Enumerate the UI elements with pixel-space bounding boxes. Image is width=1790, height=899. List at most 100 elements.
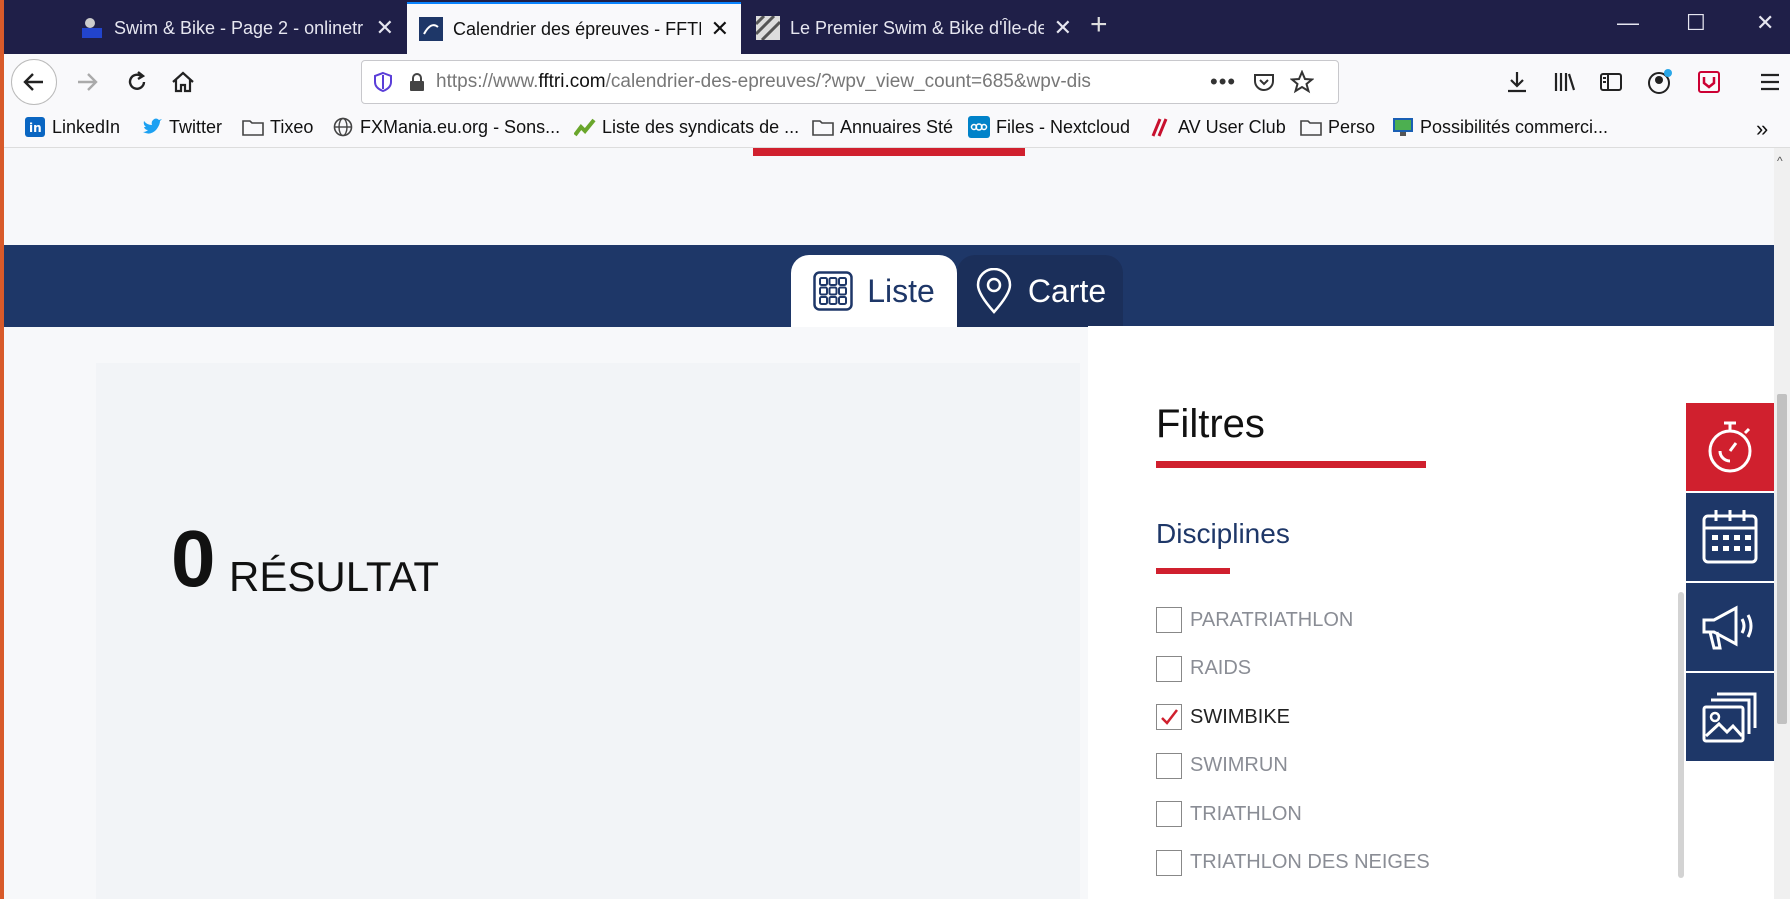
discipline-triathlon-des-neiges[interactable]: TRIATHLON DES NEIGES bbox=[1156, 839, 1716, 879]
avuc-favicon bbox=[1150, 116, 1172, 138]
chart-favicon bbox=[574, 116, 596, 138]
bookmark-av-user-club[interactable]: AV User Club bbox=[1150, 116, 1286, 138]
checkbox[interactable] bbox=[1156, 849, 1182, 876]
bookmark-syndicats[interactable]: Liste des syndicats de ... bbox=[574, 116, 799, 138]
shield-icon[interactable] bbox=[372, 71, 394, 93]
map-pin-icon bbox=[974, 268, 1014, 314]
new-tab-button[interactable]: + bbox=[1090, 8, 1108, 42]
discipline-paratriathlon[interactable]: PARATRIATHLON bbox=[1156, 596, 1716, 645]
gallery-button[interactable] bbox=[1686, 673, 1774, 761]
discipline-triathlon[interactable]: TRIATHLON bbox=[1156, 790, 1716, 839]
bookmark-perso[interactable]: Perso bbox=[1300, 116, 1375, 138]
discipline-raids[interactable]: RAIDS bbox=[1156, 645, 1716, 694]
discipline-swimrun[interactable]: SWIMRUN bbox=[1156, 742, 1716, 791]
minimize-icon[interactable]: — bbox=[1617, 10, 1639, 36]
page-scrollbar-thumb[interactable] bbox=[1777, 394, 1787, 724]
download-icon bbox=[1508, 72, 1526, 93]
fftri-favicon bbox=[419, 17, 443, 41]
more-actions-icon[interactable]: ••• bbox=[1210, 69, 1236, 95]
menu-active-indicator bbox=[753, 148, 1025, 156]
tab-carte[interactable]: Carte bbox=[957, 255, 1123, 327]
nextcloud-icon bbox=[968, 116, 990, 138]
filters-underline bbox=[1156, 461, 1426, 468]
arrow-right-icon bbox=[78, 73, 98, 91]
close-window-icon[interactable]: ✕ bbox=[1756, 10, 1774, 36]
checkbox[interactable] bbox=[1156, 655, 1182, 682]
twitter-icon bbox=[141, 116, 163, 138]
tab-swim-bike-onlinetri[interactable]: Swim & Bike - Page 2 - onlinetr ✕ bbox=[68, 2, 406, 54]
checkbox[interactable] bbox=[1156, 752, 1182, 779]
forward-button[interactable] bbox=[67, 62, 107, 102]
folder-icon bbox=[1300, 116, 1322, 138]
results-panel: 0 RÉSULTAT bbox=[96, 363, 1080, 899]
gallery-icon bbox=[1702, 692, 1757, 743]
tab-title: Calendrier des épreuves - FFTRI bbox=[453, 18, 701, 39]
page-scrollbar[interactable]: ^ bbox=[1774, 148, 1790, 899]
svg-text:in: in bbox=[29, 121, 42, 135]
library-button[interactable] bbox=[1545, 62, 1585, 102]
downloads-button[interactable] bbox=[1497, 62, 1537, 102]
star-bookmark-icon[interactable] bbox=[1290, 70, 1315, 94]
url-text[interactable]: https://www.fftri.com/calendrier-des-epr… bbox=[436, 71, 1196, 93]
bookmarks-overflow-icon[interactable]: » bbox=[1756, 116, 1768, 142]
checkbox[interactable] bbox=[1156, 607, 1182, 634]
folder-icon bbox=[242, 116, 264, 138]
megaphone-icon bbox=[1702, 605, 1753, 650]
bookmark-nextcloud[interactable]: Files - Nextcloud bbox=[968, 116, 1130, 138]
bookmark-possibilites[interactable]: Possibilités commerci... bbox=[1392, 116, 1608, 138]
tab-calendrier-fftri[interactable]: Calendrier des épreuves - FFTRI ✕ bbox=[407, 2, 741, 54]
pocket-icon[interactable] bbox=[1252, 70, 1276, 94]
bookmarks-toolbar: in LinkedIn Twitter Tixeo FXMania.eu.org… bbox=[4, 110, 1790, 148]
address-bar[interactable]: https://www.fftri.com/calendrier-des-epr… bbox=[361, 60, 1339, 104]
news-button[interactable] bbox=[1686, 583, 1774, 671]
bookmark-twitter[interactable]: Twitter bbox=[141, 116, 222, 138]
results-count: 0 bbox=[171, 514, 216, 603]
disciplines-list: PARATRIATHLON RAIDS SWIMBIKE SWIMRUN TRI… bbox=[1156, 596, 1716, 878]
grid-icon bbox=[813, 271, 853, 311]
calendar-button[interactable] bbox=[1686, 493, 1774, 581]
globe-icon bbox=[332, 116, 354, 138]
browser-window: Swim & Bike - Page 2 - onlinetr ✕ Calend… bbox=[0, 0, 1790, 899]
results-timing-button[interactable] bbox=[1686, 403, 1774, 491]
back-button[interactable] bbox=[11, 59, 57, 105]
home-icon bbox=[172, 71, 194, 93]
tab-strip: Swim & Bike - Page 2 - onlinetr ✕ Calend… bbox=[4, 0, 1790, 54]
tab-title: Le Premier Swim & Bike d'Île-de bbox=[790, 17, 1044, 38]
stopwatch-icon bbox=[1708, 421, 1752, 473]
filters-scrollbar[interactable] bbox=[1678, 592, 1684, 878]
menu-button[interactable] bbox=[1750, 62, 1790, 102]
library-icon bbox=[1554, 73, 1576, 91]
close-icon[interactable]: ✕ bbox=[1054, 15, 1072, 41]
striped-favicon bbox=[756, 16, 780, 40]
calendar-icon bbox=[1702, 510, 1758, 564]
hamburger-menu-icon bbox=[1761, 73, 1779, 91]
maximize-icon[interactable]: ☐ bbox=[1686, 10, 1706, 36]
checkbox[interactable] bbox=[1156, 801, 1182, 828]
reload-icon bbox=[128, 71, 146, 90]
extension-icon bbox=[1698, 71, 1720, 93]
scroll-up-icon[interactable]: ^ bbox=[1777, 154, 1783, 168]
tab-liste[interactable]: Liste bbox=[791, 255, 957, 327]
lock-icon[interactable] bbox=[406, 71, 428, 93]
arrow-left-icon bbox=[23, 73, 43, 91]
account-icon bbox=[1648, 69, 1672, 94]
bookmark-annuaires[interactable]: Annuaires Sté bbox=[812, 116, 953, 138]
tab-carte-label: Carte bbox=[1027, 272, 1107, 309]
sidebar-icon bbox=[1600, 73, 1622, 91]
results-label: RÉSULTAT bbox=[229, 553, 440, 600]
discipline-swimbike[interactable]: SWIMBIKE bbox=[1156, 693, 1716, 742]
extension-button[interactable] bbox=[1689, 62, 1729, 102]
bookmark-fxmania[interactable]: FXMania.eu.org - Sons... bbox=[332, 116, 560, 138]
filters-title: Filtres bbox=[1156, 402, 1265, 446]
checkbox-checked[interactable] bbox=[1156, 704, 1182, 731]
bookmark-linkedin[interactable]: in LinkedIn bbox=[24, 116, 120, 138]
tab-premier-swim-bike[interactable]: Le Premier Swim & Bike d'Île-de ✕ bbox=[744, 2, 1084, 54]
home-button[interactable] bbox=[163, 62, 203, 102]
account-button[interactable] bbox=[1640, 62, 1680, 102]
close-icon[interactable]: ✕ bbox=[376, 15, 394, 41]
reload-button[interactable] bbox=[117, 62, 157, 102]
bookmark-tixeo[interactable]: Tixeo bbox=[242, 116, 313, 138]
sidebar-button[interactable] bbox=[1591, 62, 1631, 102]
close-icon[interactable]: ✕ bbox=[711, 16, 729, 42]
navigation-toolbar: https://www.fftri.com/calendrier-des-epr… bbox=[4, 54, 1790, 110]
